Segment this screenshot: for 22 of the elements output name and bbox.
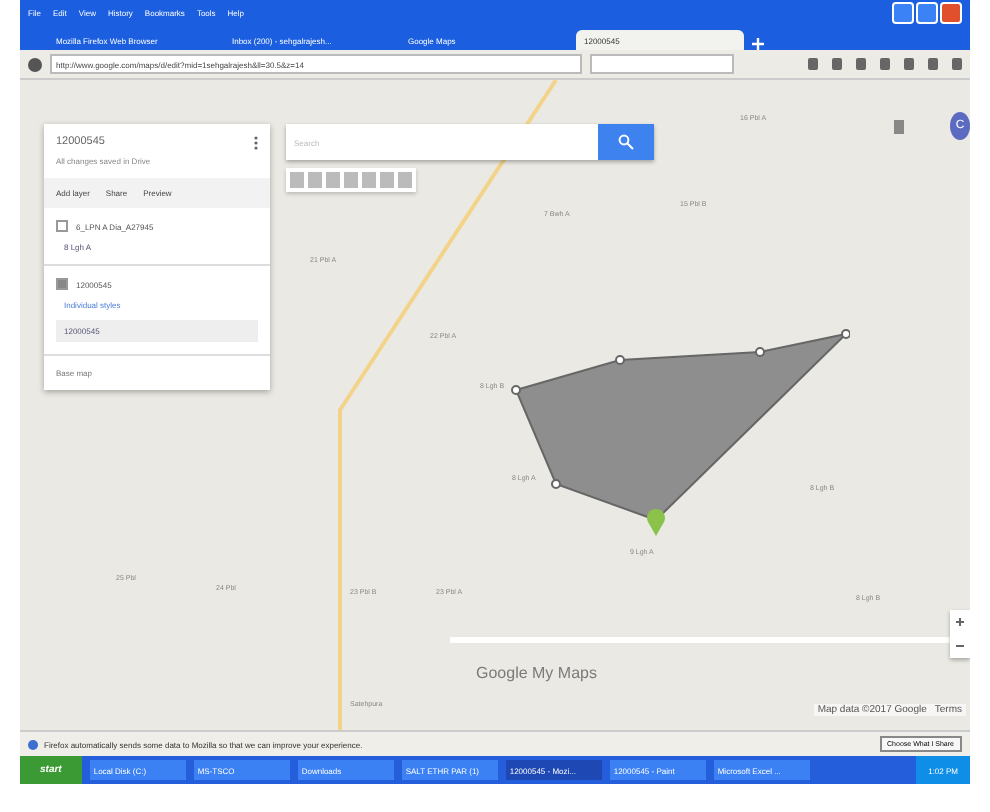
toolbar-icon[interactable]: [928, 58, 938, 70]
info-icon: [28, 739, 38, 749]
layer-checkbox[interactable]: [56, 220, 68, 232]
map-pin-icon: [646, 508, 666, 536]
search-button[interactable]: [598, 124, 654, 160]
toolbar-icon[interactable]: [808, 58, 818, 70]
toolbar-icon[interactable]: [856, 58, 866, 70]
back-icon[interactable]: [28, 57, 42, 71]
toolbar-icon[interactable]: [832, 58, 842, 70]
close-button[interactable]: [940, 1, 962, 23]
layer-checkbox[interactable]: [56, 278, 68, 290]
toolbar-icon[interactable]: [952, 58, 962, 70]
maximize-button[interactable]: [916, 1, 938, 23]
search-icon: [618, 134, 634, 150]
logo: Google My Maps: [476, 664, 597, 682]
browser-search-field[interactable]: [590, 54, 734, 74]
toolbar-icon[interactable]: [880, 58, 890, 70]
toolbar-icon[interactable]: [904, 58, 914, 70]
plus-icon: [956, 618, 964, 626]
new-tab-icon[interactable]: [752, 38, 764, 50]
minimize-button[interactable]: [892, 1, 914, 23]
minus-icon: [956, 642, 964, 650]
